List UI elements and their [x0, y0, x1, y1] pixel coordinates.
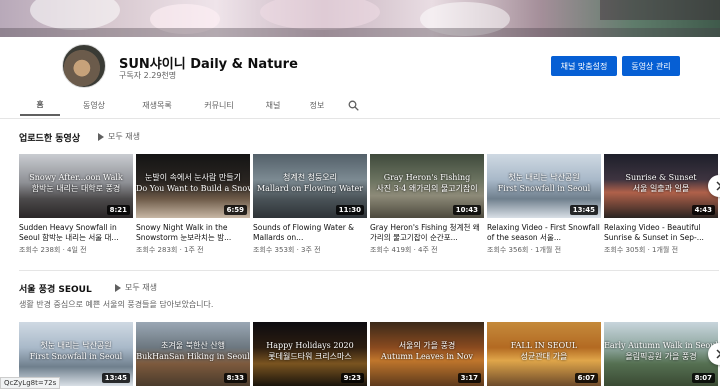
video-duration: 9:23	[340, 373, 364, 383]
video-title[interactable]: Sounds of Flowing Water & Mallards on...	[253, 223, 367, 243]
video-duration: 11:30	[335, 205, 364, 215]
thumbnail-overlay-text: Early Autumn Walk in Seoul 올림픽공원 가을 풍경	[604, 341, 718, 361]
thumbnail-overlay-text: FALL IN SEOUL 성균관대 가을	[510, 341, 578, 361]
tab-divider	[0, 118, 720, 119]
video-thumbnail[interactable]: Early Autumn Walk in Seoul 올림픽공원 가을 풍경 8:…	[604, 322, 718, 386]
video-card[interactable]: 초겨울 북한산 산행 BukHanSan Hiking in Seoul 8:33	[136, 322, 250, 386]
tab-channels[interactable]: 채널	[252, 94, 294, 116]
video-duration: 13:45	[569, 205, 598, 215]
video-card[interactable]: Snowy After...oon Walk 함박눈 내리는 대학로 풍경 8:2…	[19, 154, 133, 255]
video-duration: 4:43	[691, 205, 715, 215]
channel-tabs: 홈 동영상 재생목록 커뮤니티 채널 정보	[20, 94, 720, 118]
uploads-play-all-button[interactable]: 모두 재생	[98, 131, 140, 142]
video-duration: 13:45	[101, 373, 130, 383]
video-meta: 조회수 356회 · 1개월 전	[487, 246, 562, 254]
video-card[interactable]: 첫눈 내리는 낙산공원 First Snowfall in Seoul 13:45…	[487, 154, 601, 255]
video-thumbnail[interactable]: Happy Holidays 2020 롯데월드타워 크리스마스 9:23	[253, 322, 367, 386]
subscriber-count: 구독자 2.29천명	[119, 71, 177, 80]
video-meta: 조회수 283회 · 1주 전	[136, 246, 204, 254]
seoul-section-title[interactable]: 서울 풍경 SEOUL	[19, 282, 92, 295]
video-duration: 6:59	[223, 205, 247, 215]
video-title[interactable]: Gray Heron's Fishing 청계천 왜가리의 물고기잡이 순간포.…	[370, 223, 484, 243]
video-thumbnail[interactable]: Sunrise & Sunset 서울 일출과 일몰 4:43	[604, 154, 718, 218]
video-thumbnail[interactable]: 초겨울 북한산 산행 BukHanSan Hiking in Seoul 8:33	[136, 322, 250, 386]
video-thumbnail[interactable]: Gray Heron's Fishing 사진 3·4 왜가리의 물고기잡이 10…	[370, 154, 484, 218]
play-all-label: 모두 재생	[125, 283, 157, 292]
video-title[interactable]: Relaxing Video - First Snowfall of the s…	[487, 223, 601, 243]
video-card[interactable]: Sunrise & Sunset 서울 일출과 일몰 4:43 Relaxing V…	[604, 154, 718, 255]
play-icon	[98, 132, 104, 141]
video-title[interactable]: Snowy Night Walk in the Snowstorm 눈보라치는 …	[136, 223, 250, 243]
video-duration: 10:43	[452, 205, 481, 215]
video-card[interactable]: 청계천 청둥오리 Mallard on Flowing Water 11:30 So…	[253, 154, 367, 255]
video-thumbnail[interactable]: 눈발이 속에서 눈사람 만들기 Do You Want to Build a S…	[136, 154, 250, 218]
video-duration: 8:33	[223, 373, 247, 383]
thumbnail-overlay-text: 눈발이 속에서 눈사람 만들기 Do You Want to Build a S…	[136, 173, 250, 193]
thumbnail-overlay-text: Happy Holidays 2020 롯데월드타워 크리스마스	[266, 341, 354, 361]
thumbnail-overlay-text: 첫눈 내리는 낙산공원 First Snowfall in Seoul	[497, 173, 591, 193]
video-thumbnail[interactable]: 서울의 가을 풍경 Autumn Leaves in Nov 3:17	[370, 322, 484, 386]
video-meta: 조회수 238회 · 4일 전	[19, 246, 87, 254]
section-divider	[19, 270, 719, 271]
seoul-section-description: 생활 반경 중심으로 예쁜 서울의 풍경들을 담아보았습니다.	[19, 300, 214, 309]
uploads-section-title[interactable]: 업로드한 동영상	[19, 131, 80, 144]
video-title[interactable]: Sudden Heavy Snowfall in Seoul 함박눈 내리는 서…	[19, 223, 133, 243]
video-meta: 조회수 305회 · 1개월 전	[604, 246, 679, 254]
video-duration: 3:17	[457, 373, 481, 383]
channel-banner	[0, 0, 720, 37]
video-meta: 조회수 353회 · 3주 전	[253, 246, 321, 254]
tab-about[interactable]: 정보	[298, 94, 336, 116]
video-thumbnail[interactable]: 첫눈 내리는 낙산공원 First Snowfall in Seoul 13:45	[487, 154, 601, 218]
video-card[interactable]: Happy Holidays 2020 롯데월드타워 크리스마스 9:23	[253, 322, 367, 386]
video-meta: 조회수 419회 · 4주 전	[370, 246, 438, 254]
video-card[interactable]: Gray Heron's Fishing 사진 3·4 왜가리의 물고기잡이 10…	[370, 154, 484, 255]
video-thumbnail[interactable]: 청계천 청둥오리 Mallard on Flowing Water 11:30	[253, 154, 367, 218]
search-icon[interactable]	[346, 94, 360, 116]
thumbnail-overlay-text: Sunrise & Sunset 서울 일출과 일몰	[625, 173, 697, 193]
video-card[interactable]: 눈발이 속에서 눈사람 만들기 Do You Want to Build a S…	[136, 154, 250, 255]
thumbnail-overlay-text: Gray Heron's Fishing 사진 3·4 왜가리의 물고기잡이	[376, 173, 478, 193]
channel-avatar[interactable]	[62, 44, 106, 88]
video-thumbnail[interactable]: Snowy After...oon Walk 함박눈 내리는 대학로 풍경 8:2…	[19, 154, 133, 218]
thumbnail-overlay-text: 서울의 가을 풍경 Autumn Leaves in Nov	[381, 341, 473, 361]
customize-channel-button[interactable]: 채널 맞춤설정	[551, 56, 617, 76]
video-duration: 6:07	[574, 373, 598, 383]
tab-community[interactable]: 커뮤니티	[190, 94, 248, 116]
thumbnail-overlay-text: 첫눈 내리는 낙산공원 First Snowfall in Seoul	[29, 341, 123, 361]
manage-videos-button[interactable]: 동영상 관리	[622, 56, 680, 76]
thumbnail-overlay-text: 청계천 청둥오리 Mallard on Flowing Water	[256, 173, 364, 193]
tab-playlists[interactable]: 재생목록	[128, 94, 186, 116]
status-bar-url: QcZyLg8t=72s	[0, 377, 61, 389]
video-card[interactable]: 서울의 가을 풍경 Autumn Leaves in Nov 3:17	[370, 322, 484, 386]
seoul-play-all-button[interactable]: 모두 재생	[115, 282, 157, 293]
video-duration: 8:21	[106, 205, 130, 215]
thumbnail-overlay-text: Snowy After...oon Walk 함박눈 내리는 대학로 풍경	[29, 173, 123, 193]
play-all-label: 모두 재생	[108, 132, 140, 141]
thumbnail-overlay-text: 초겨울 북한산 산행 BukHanSan Hiking in Seoul	[136, 341, 250, 361]
video-title[interactable]: Relaxing Video - Beautiful Sunrise & Sun…	[604, 223, 718, 243]
video-card[interactable]: FALL IN SEOUL 성균관대 가을 6:07	[487, 322, 601, 386]
tab-home[interactable]: 홈	[20, 94, 60, 116]
video-thumbnail[interactable]: FALL IN SEOUL 성균관대 가을 6:07	[487, 322, 601, 386]
video-duration: 8:07	[691, 373, 715, 383]
video-card[interactable]: Early Autumn Walk in Seoul 올림픽공원 가을 풍경 8:…	[604, 322, 718, 386]
play-icon	[115, 283, 121, 292]
tab-videos[interactable]: 동영상	[64, 94, 124, 116]
